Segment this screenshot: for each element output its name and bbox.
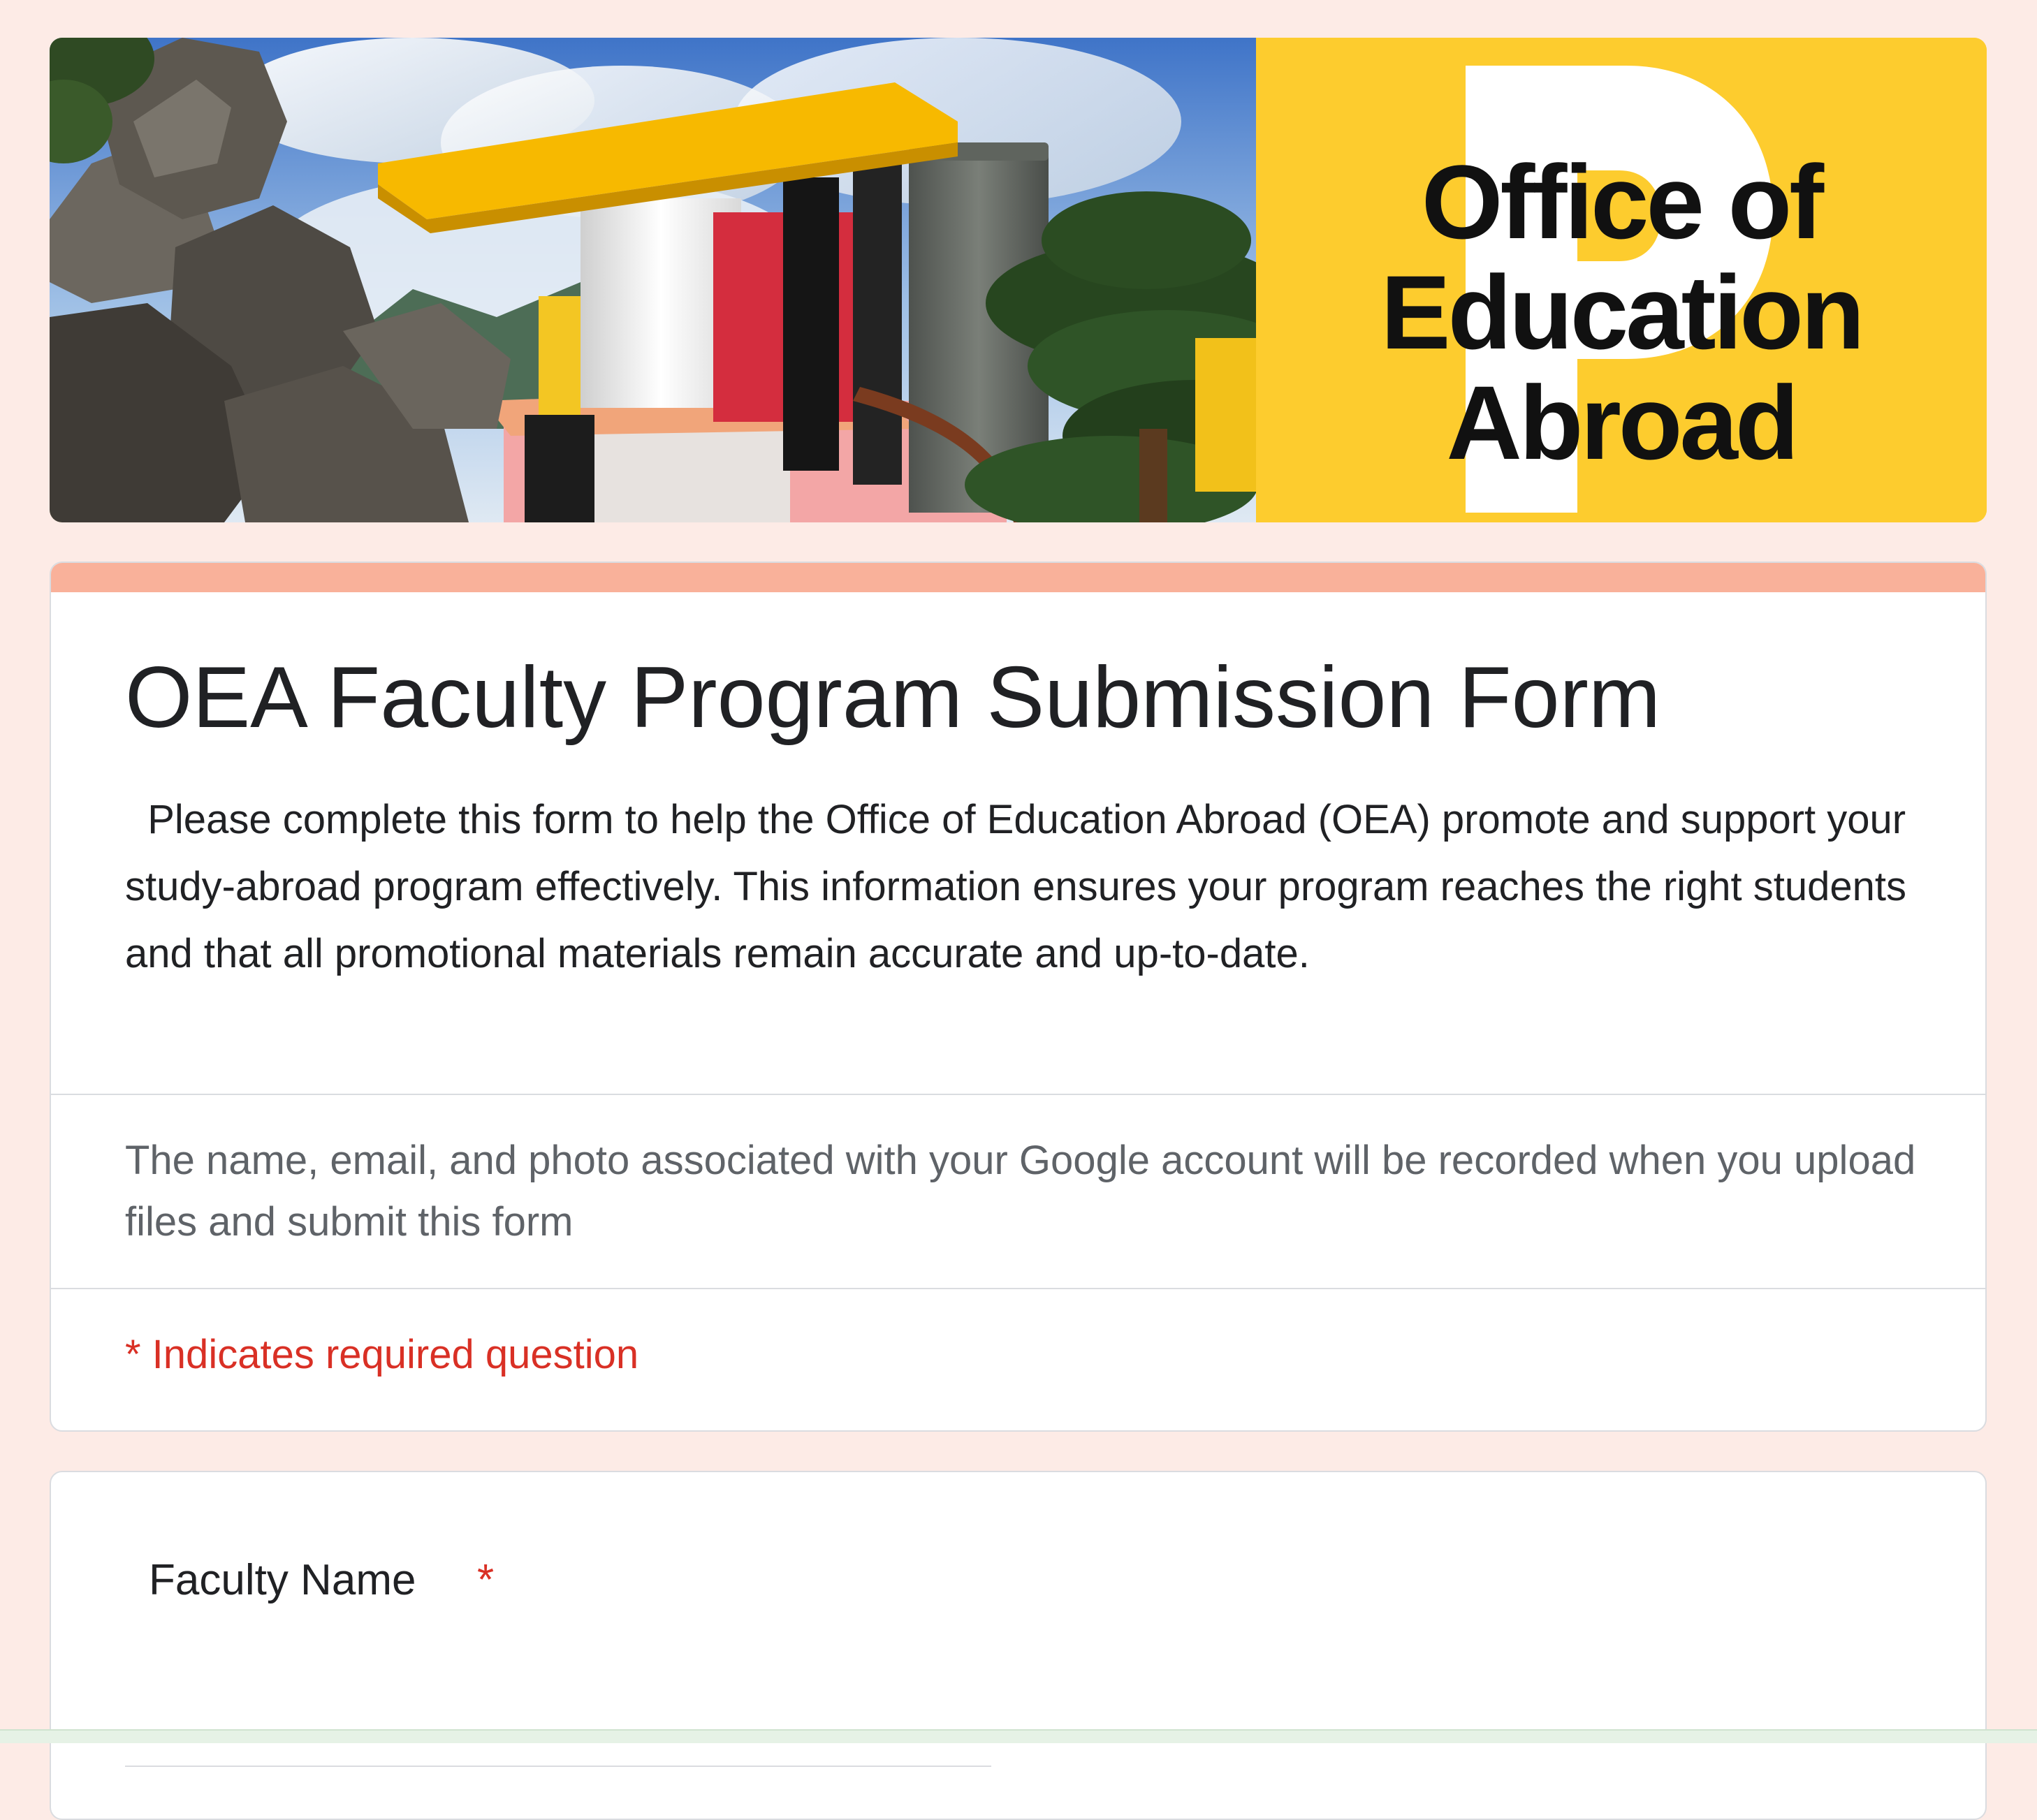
form-description: Please complete this form to help the Of… xyxy=(125,797,1918,976)
logo-text-line: Office of xyxy=(1421,143,1824,260)
window-bottom-edge xyxy=(0,1729,2037,1743)
question-card-faculty-name: Faculty Name * xyxy=(50,1471,1987,1820)
theme-accent-bar xyxy=(51,563,1985,592)
required-question-note: * Indicates required question xyxy=(125,1332,639,1377)
question-label: Faculty Name xyxy=(149,1556,416,1604)
required-asterisk: * xyxy=(477,1556,495,1604)
header-banner: Office of Education Abroad xyxy=(50,38,1987,522)
divider xyxy=(51,1288,1985,1289)
account-recording-notice: The name, email, and photo associated wi… xyxy=(125,1138,1916,1245)
form-header-card: OEA Faculty Program Submission Form Plea… xyxy=(50,562,1987,1432)
banner-photo xyxy=(50,38,1256,522)
logo-text-line: Education xyxy=(1380,254,1864,371)
divider xyxy=(51,1094,1985,1095)
form-title: OEA Faculty Program Submission Form xyxy=(125,650,1661,746)
oea-logo: Office of Education Abroad xyxy=(1256,38,1987,522)
logo-text-line: Abroad xyxy=(1446,364,1799,481)
